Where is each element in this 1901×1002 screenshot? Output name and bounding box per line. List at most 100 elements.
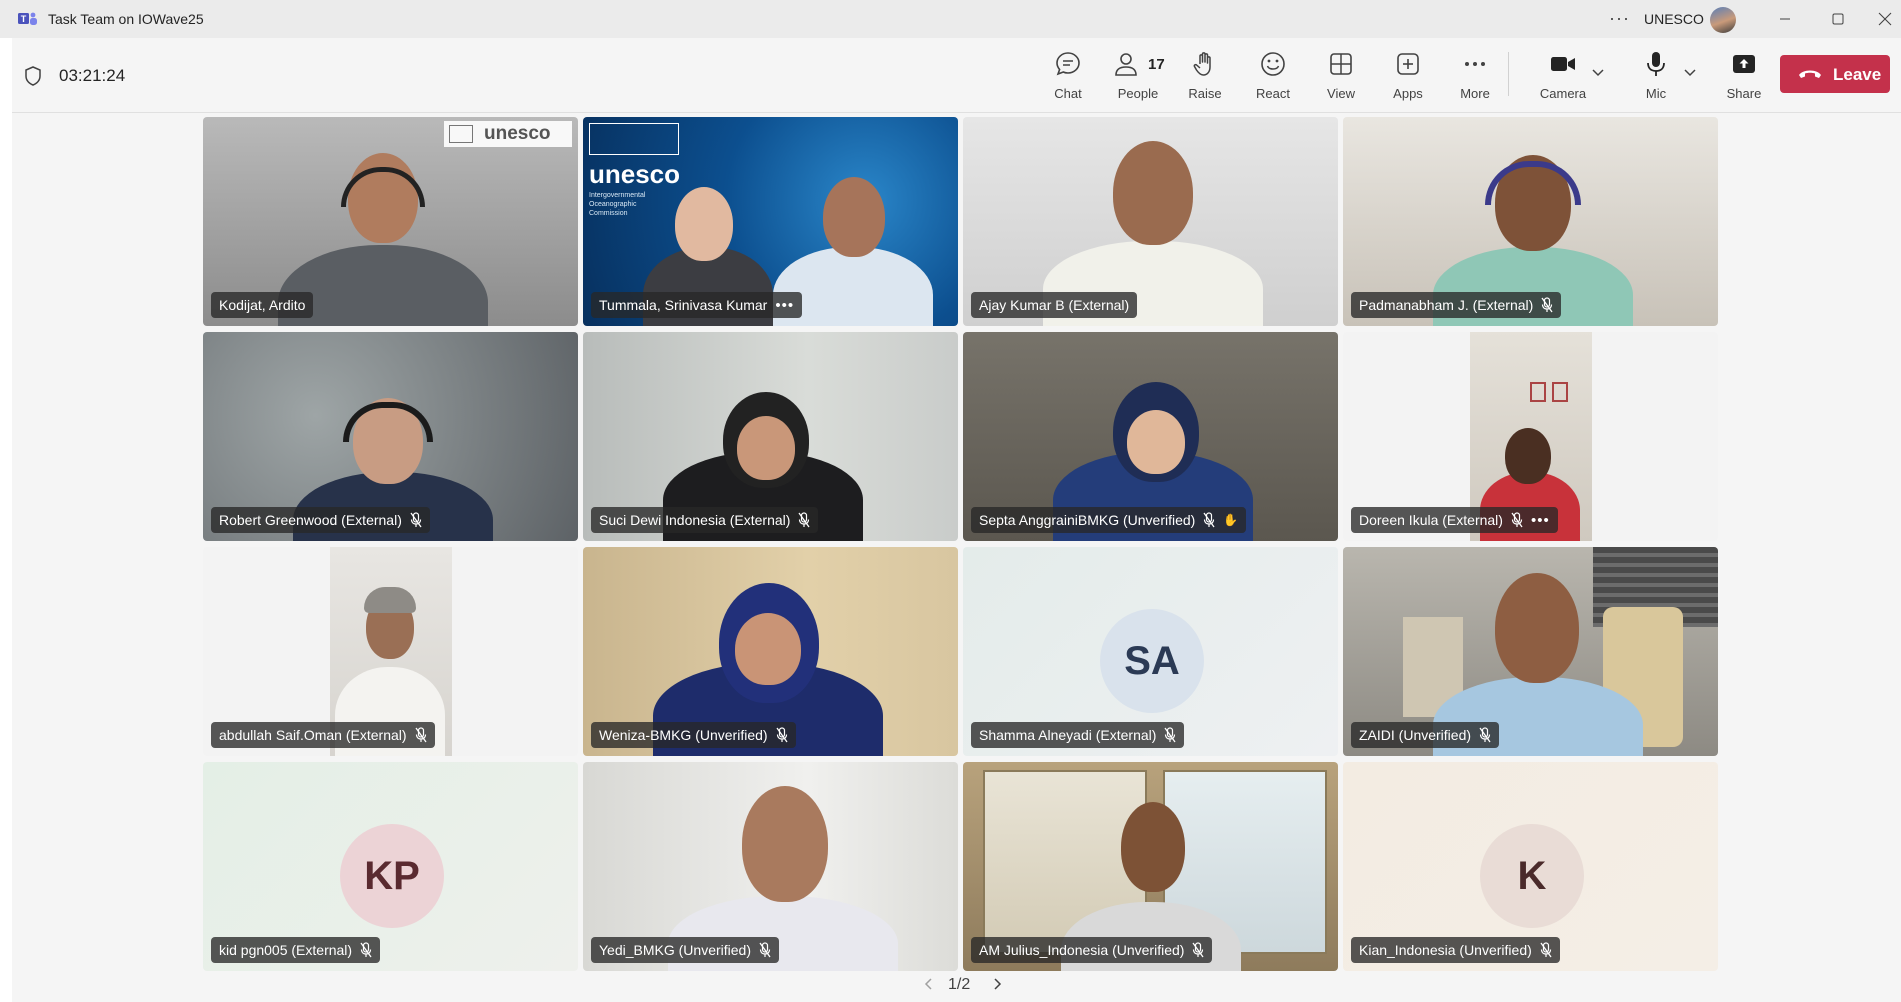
participant-name-tag: Septa AnggrainiBMKG (Unverified) ✋ <box>971 507 1247 533</box>
view-button[interactable]: View <box>1311 50 1371 106</box>
react-icon <box>1261 52 1285 76</box>
unesco-banner-logo <box>589 123 679 155</box>
more-options-icon[interactable]: ••• <box>775 297 794 314</box>
more-options-icon[interactable]: ••• <box>1531 512 1550 529</box>
teams-logo-icon: T <box>18 12 37 25</box>
video-stage: unesco Kodijat, Ardito unesco Intergover… <box>12 113 1901 1002</box>
chat-label: Chat <box>1054 86 1082 101</box>
participant-name-tag: Padmanabham J. (External) <box>1351 292 1562 318</box>
close-icon[interactable] <box>1870 6 1900 32</box>
mic-off-icon <box>1164 727 1176 743</box>
participant-tile[interactable]: Ajay Kumar B (External) <box>963 117 1338 326</box>
mic-icon <box>1647 52 1665 76</box>
participant-name-tag: Weniza-BMKG (Unverified) <box>591 722 796 748</box>
mic-off-icon <box>410 512 422 528</box>
participant-name-tag: Ajay Kumar B (External) <box>971 292 1138 318</box>
mic-off-icon <box>1203 512 1215 528</box>
unesco-banner-subtitle: Intergovernmental Oceanographic Commissi… <box>589 192 646 217</box>
participant-name: AM Julius_Indonesia (Unverified) <box>979 942 1185 958</box>
minimize-icon[interactable] <box>1770 6 1800 32</box>
participant-name: ZAIDI (Unverified) <box>1359 727 1472 743</box>
meeting-header: 03:21:24 Chat 17 People Raise React View… <box>12 38 1901 113</box>
camera-options-chevron-icon[interactable] <box>1590 64 1606 80</box>
participant-tile[interactable]: AM Julius_Indonesia (Unverified) <box>963 762 1338 971</box>
chevron-right-icon[interactable] <box>990 976 1004 992</box>
raise-hand-icon <box>1193 52 1211 76</box>
toolbar-divider <box>1508 52 1509 96</box>
participant-name-tag: Kodijat, Ardito <box>211 292 314 318</box>
participant-name: Shamma Alneyadi (External) <box>979 727 1157 743</box>
participant-tile[interactable]: Yedi_BMKG (Unverified) <box>583 762 958 971</box>
avatar: SA <box>1100 609 1204 713</box>
window-title: Task Team on IOWave25 <box>48 11 204 27</box>
camera-icon <box>1551 57 1575 71</box>
participant-name-tag: Shamma Alneyadi (External) <box>971 722 1185 748</box>
people-button[interactable]: 17 People <box>1108 50 1168 106</box>
participant-name-tag: ZAIDI (Unverified) <box>1351 722 1500 748</box>
participant-name-tag: Kian_Indonesia (Unverified) <box>1351 937 1560 963</box>
mic-off-icon <box>776 727 788 743</box>
participant-name-tag: kid pgn005 (External) <box>211 937 381 963</box>
apps-button[interactable]: Apps <box>1378 50 1438 106</box>
participant-tile[interactable]: abdullah Saif.Oman (External) <box>203 547 578 756</box>
gallery-pager: 1/2 <box>12 974 1901 998</box>
raise-label: Raise <box>1188 86 1222 101</box>
mic-off-icon <box>1479 727 1491 743</box>
participant-tile[interactable]: K Kian_Indonesia (Unverified) <box>1343 762 1718 971</box>
share-icon <box>1733 55 1755 73</box>
more-icon[interactable]: ··· <box>1609 8 1630 29</box>
participant-name-tag: Doreen Ikula (External) ••• <box>1351 507 1558 533</box>
avatar: K <box>1480 824 1584 928</box>
phone-hangup-icon <box>1799 70 1821 78</box>
participant-tile[interactable]: SA Shamma Alneyadi (External) <box>963 547 1338 756</box>
participant-name: Robert Greenwood (External) <box>219 512 402 528</box>
participant-name-tag: Yedi_BMKG (Unverified) <box>591 937 779 963</box>
mic-options-chevron-icon[interactable] <box>1682 64 1698 80</box>
mic-off-icon <box>1541 297 1553 313</box>
participant-tile[interactable]: Suci Dewi Indonesia (External) <box>583 332 958 541</box>
view-label: View <box>1327 86 1355 101</box>
share-label: Share <box>1726 86 1762 101</box>
chat-button[interactable]: Chat <box>1038 50 1098 106</box>
participant-name: Weniza-BMKG (Unverified) <box>599 727 768 743</box>
participant-name: Padmanabham J. (External) <box>1359 297 1534 313</box>
view-grid-icon <box>1330 53 1352 75</box>
participant-tile[interactable]: Septa AnggrainiBMKG (Unverified) ✋ <box>963 332 1338 541</box>
participant-name-tag: Tummala, Srinivasa Kumar ••• <box>591 292 803 318</box>
unesco-watermark-logo: unesco <box>444 121 572 147</box>
participant-tile[interactable]: Padmanabham J. (External) <box>1343 117 1718 326</box>
participant-name-tag: Suci Dewi Indonesia (External) <box>591 507 819 533</box>
more-button[interactable]: More <box>1445 50 1505 106</box>
participant-tile[interactable]: Weniza-BMKG (Unverified) <box>583 547 958 756</box>
people-icon <box>1115 53 1137 76</box>
participant-name: kid pgn005 (External) <box>219 942 353 958</box>
participant-name-tag: AM Julius_Indonesia (Unverified) <box>971 937 1213 963</box>
participant-name: Kian_Indonesia (Unverified) <box>1359 942 1532 958</box>
participant-tile[interactable]: Robert Greenwood (External) <box>203 332 578 541</box>
share-button[interactable]: Share <box>1714 50 1774 106</box>
chevron-left-icon[interactable] <box>922 976 936 992</box>
participant-tile[interactable]: Doreen Ikula (External) ••• <box>1343 332 1718 541</box>
avatar[interactable] <box>1710 7 1736 33</box>
people-count: 17 <box>1148 56 1165 73</box>
mic-button[interactable]: Mic <box>1626 50 1686 106</box>
participant-name: Suci Dewi Indonesia (External) <box>599 512 791 528</box>
mic-off-icon <box>360 942 372 958</box>
participant-name: Tummala, Srinivasa Kumar <box>599 297 768 313</box>
participant-tile[interactable]: KP kid pgn005 (External) <box>203 762 578 971</box>
organization-label[interactable]: UNESCO <box>1644 11 1704 27</box>
leave-button[interactable]: Leave <box>1780 55 1890 93</box>
participant-tile[interactable]: unesco Kodijat, Ardito <box>203 117 578 326</box>
react-button[interactable]: React <box>1243 50 1303 106</box>
svg-text:T: T <box>21 14 27 24</box>
raise-hand-button[interactable]: Raise <box>1175 50 1235 106</box>
camera-button[interactable]: Camera <box>1533 50 1593 106</box>
maximize-icon[interactable] <box>1823 6 1853 32</box>
mic-off-icon <box>1540 942 1552 958</box>
people-label: People <box>1117 86 1159 101</box>
participant-tile[interactable]: unesco Intergovernmental Oceanographic C… <box>583 117 958 326</box>
participant-tile[interactable]: ZAIDI (Unverified) <box>1343 547 1718 756</box>
participant-name: Yedi_BMKG (Unverified) <box>599 942 751 958</box>
react-label: React <box>1256 86 1290 101</box>
avatar: KP <box>340 824 444 928</box>
